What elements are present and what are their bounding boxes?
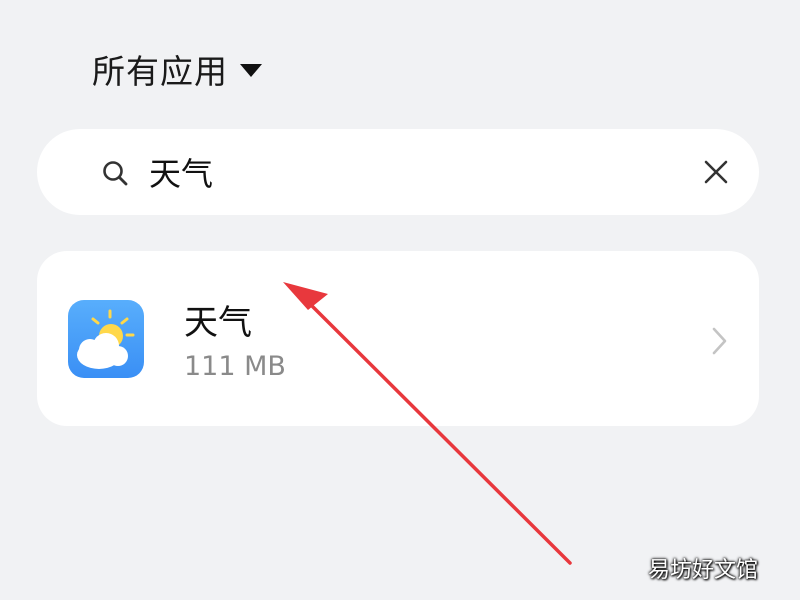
app-name: 天气 bbox=[184, 303, 252, 343]
weather-app-icon bbox=[68, 300, 144, 378]
caret-down-icon bbox=[240, 63, 262, 77]
app-filter-label: 所有应用 bbox=[92, 52, 228, 91]
close-icon[interactable] bbox=[701, 157, 731, 187]
app-list-item[interactable]: 天气 111 MB bbox=[37, 251, 759, 426]
search-icon bbox=[103, 161, 128, 186]
search-bar[interactable] bbox=[37, 129, 759, 215]
app-size: 111 MB bbox=[184, 351, 286, 382]
search-input[interactable] bbox=[149, 147, 709, 197]
app-filter-dropdown[interactable]: 所有应用 bbox=[92, 44, 262, 94]
chevron-right-icon bbox=[712, 327, 727, 355]
watermark: 易坊好文馆 bbox=[648, 558, 759, 583]
